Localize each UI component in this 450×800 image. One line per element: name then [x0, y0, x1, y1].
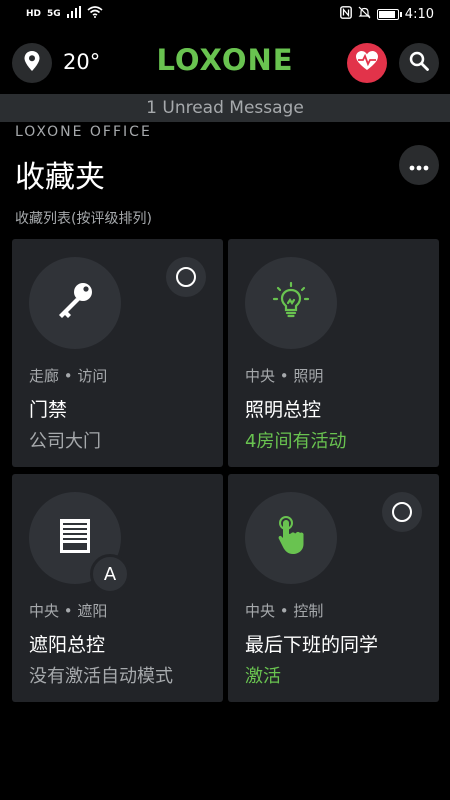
page-title: 收藏夹	[15, 160, 105, 195]
hd-indicator: HD	[26, 9, 42, 19]
card-name: 照明总控	[245, 399, 322, 421]
blinds-icon	[55, 516, 95, 560]
toggle-ring-icon	[392, 502, 412, 522]
favorite-card-shading[interactable]: A 中央 • 遮阳 遮阳总控 没有激活自动模式	[12, 474, 223, 702]
more-options-button[interactable]	[399, 145, 439, 185]
battery-icon	[376, 8, 402, 20]
key-icon	[53, 279, 97, 327]
signal-icon	[66, 6, 81, 22]
toggle-switch[interactable]	[166, 257, 206, 297]
card-status: 没有激活自动模式	[29, 666, 173, 687]
card-meta: 中央 • 照明	[245, 367, 324, 385]
mute-bell-icon	[358, 6, 371, 23]
status-bar: HD 5G 4:10	[0, 0, 450, 28]
card-name: 最后下班的同学	[245, 634, 379, 656]
card-meta: 中央 • 控制	[245, 602, 324, 620]
favorite-card-control[interactable]: 中央 • 控制 最后下班的同学 激活	[228, 474, 439, 702]
heart-pulse-icon	[355, 50, 379, 76]
system-health-button[interactable]	[347, 43, 387, 83]
status-right: 4:10	[339, 5, 434, 23]
toggle-switch[interactable]	[382, 492, 422, 532]
card-status: 激活	[245, 666, 281, 687]
status-left: HD 5G	[26, 6, 103, 22]
card-name: 遮阳总控	[29, 634, 106, 656]
search-button[interactable]	[399, 43, 439, 83]
card-status: 公司大门	[29, 431, 101, 452]
card-icon-container	[29, 257, 121, 349]
card-icon-container	[245, 492, 337, 584]
location-overline: LOXONE OFFICE	[15, 124, 152, 140]
clock: 4:10	[404, 6, 434, 22]
search-icon	[409, 51, 429, 75]
network-type: 5G	[47, 9, 61, 19]
favorites-subtitle: 收藏列表(按评级排列)	[15, 211, 152, 227]
card-meta: 走廊 • 访问	[29, 367, 108, 385]
card-icon-container	[245, 257, 337, 349]
lightbulb-icon	[269, 279, 313, 327]
toggle-ring-icon	[176, 267, 196, 287]
card-meta: 中央 • 遮阳	[29, 602, 108, 620]
favorite-card-lighting[interactable]: 中央 • 照明 照明总控 4房间有活动	[228, 239, 439, 467]
auto-mode-badge: A	[90, 554, 130, 594]
wifi-icon	[87, 6, 103, 22]
unread-message-bar[interactable]: 1 Unread Message	[0, 94, 450, 122]
favorite-card-access[interactable]: 走廊 • 访问 门禁 公司大门	[12, 239, 223, 467]
touch-hand-icon	[269, 514, 313, 562]
battery-level	[378, 10, 395, 18]
more-dots-icon	[409, 156, 429, 175]
card-status: 4房间有活动	[245, 431, 347, 452]
app-header: 20° LOXONE	[0, 40, 450, 88]
card-name: 门禁	[29, 399, 68, 421]
nfc-icon	[339, 5, 352, 23]
